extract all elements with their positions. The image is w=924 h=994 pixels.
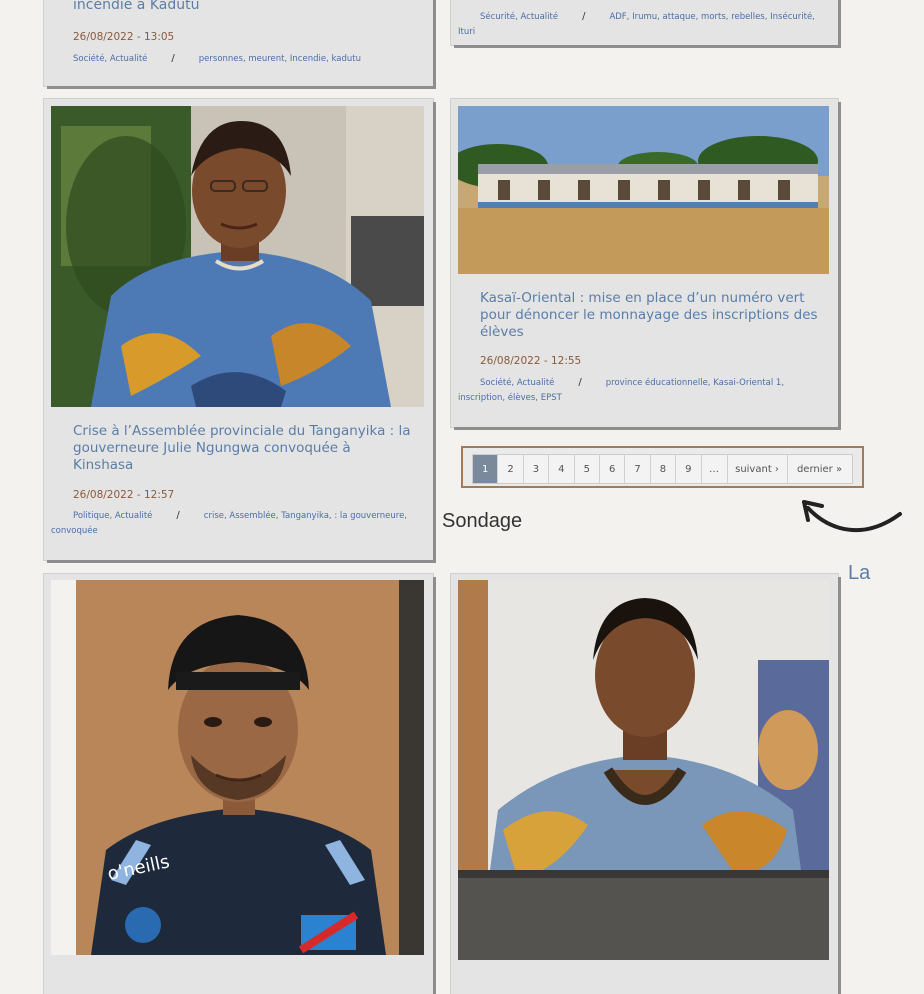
last-page-link[interactable]: dernier » bbox=[788, 455, 852, 483]
page-link-6[interactable]: 6 bbox=[600, 455, 626, 483]
woman-at-desk-image bbox=[458, 580, 829, 960]
curved-arrow-icon bbox=[802, 500, 902, 533]
article-title[interactable]: Kasaï-Oriental : mise en place d’un numé… bbox=[480, 290, 818, 341]
page-link-3[interactable]: 3 bbox=[524, 455, 550, 483]
woman-portrait-image bbox=[51, 106, 424, 407]
pagination-list: 1 2 3 4 5 6 7 8 9 … suivant › dernier » bbox=[472, 454, 853, 484]
page-link-5[interactable]: 5 bbox=[575, 455, 600, 483]
article-categories[interactable]: Société, Actualité bbox=[480, 378, 554, 388]
article-title[interactable]: incendie à Kadutu bbox=[73, 0, 413, 14]
article-card: Crise à l’Assemblée provinciale du Tanga… bbox=[44, 99, 433, 560]
article-card: o'neills bbox=[44, 574, 433, 994]
article-date: 26/08/2022 - 12:57 bbox=[73, 489, 175, 501]
article-card bbox=[451, 574, 838, 994]
page-link-7[interactable]: 7 bbox=[625, 455, 651, 483]
page-link-2[interactable]: 2 bbox=[498, 455, 524, 483]
article-image[interactable] bbox=[458, 580, 829, 960]
article-meta: Sécurité, Actualité / ADF, Irumu, attaque,… bbox=[458, 9, 818, 40]
article-card: Kasaï-Oriental : mise en place d’un numé… bbox=[451, 99, 838, 427]
page-link-8[interactable]: 8 bbox=[651, 455, 677, 483]
pagination-ellipsis: … bbox=[702, 455, 728, 483]
pagination: 1 2 3 4 5 6 7 8 9 … suivant › dernier » bbox=[461, 446, 864, 488]
page-link-1[interactable]: 1 bbox=[473, 455, 499, 483]
footballer-portrait-image: o'neills bbox=[51, 580, 424, 955]
article-image[interactable] bbox=[458, 106, 829, 274]
article-date: 26/08/2022 - 12:55 bbox=[480, 355, 582, 367]
school-building-image bbox=[458, 106, 829, 274]
article-image[interactable]: o'neills bbox=[51, 580, 424, 955]
article-meta: Société, Actualité / province éducationnel… bbox=[458, 375, 818, 406]
article-card: incendie à Kadutu 26/08/2022 - 13:05 Soc… bbox=[44, 0, 433, 86]
sidebar-link[interactable]: La bbox=[848, 562, 870, 585]
article-categories[interactable]: Politique, Actualité bbox=[73, 511, 152, 521]
meta-separator: / bbox=[176, 510, 180, 521]
article-meta: Société, Actualité / personnes, meurent, I… bbox=[51, 51, 413, 67]
article-categories[interactable]: Sécurité, Actualité bbox=[480, 12, 558, 22]
article-tags[interactable]: personnes, meurent, Incendie, kadutu bbox=[199, 54, 361, 64]
article-card: Sécurité, Actualité / ADF, Irumu, attaque,… bbox=[451, 0, 838, 45]
page-link-9[interactable]: 9 bbox=[676, 455, 702, 483]
meta-separator: / bbox=[578, 377, 582, 388]
article-title[interactable]: Crise à l’Assemblée provinciale du Tanga… bbox=[73, 423, 413, 474]
article-image[interactable] bbox=[51, 106, 424, 407]
sidebar-heading-sondage: Sondage bbox=[442, 510, 523, 532]
article-meta: Politique, Actualité / crise, Assemblée, T… bbox=[51, 508, 413, 539]
article-date: 26/08/2022 - 13:05 bbox=[73, 31, 175, 43]
page-link-4[interactable]: 4 bbox=[549, 455, 575, 483]
meta-separator: / bbox=[582, 11, 586, 22]
next-page-link[interactable]: suivant › bbox=[728, 455, 788, 483]
meta-separator: / bbox=[171, 53, 175, 64]
article-categories[interactable]: Société, Actualité bbox=[73, 54, 147, 64]
